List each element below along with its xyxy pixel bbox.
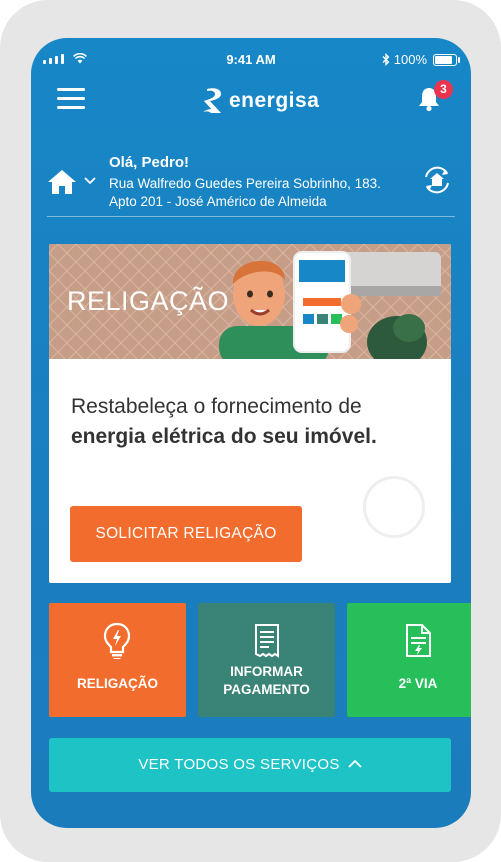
promo-card: RELIGAÇÃO Restabeleça o fornecimento de … xyxy=(49,244,451,583)
switch-property-icon[interactable] xyxy=(421,164,453,196)
address-line1: Rua Walfredo Guedes Pereira Sobrinho, 18… xyxy=(109,176,381,191)
status-bar: 9:41 AM 100% xyxy=(31,38,471,78)
description-regular: Restabeleça o fornecimento de xyxy=(71,395,362,418)
greeting: Olá, Pedro! xyxy=(109,154,190,171)
description-bold: energia elétrica do seu imóvel. xyxy=(71,425,377,448)
notification-badge: 3 xyxy=(434,80,453,99)
tile-label: 2ª VIA xyxy=(398,676,438,691)
promo-description: Restabeleça o fornecimento de energia el… xyxy=(71,392,431,452)
tile-label-line1: INFORMAR xyxy=(230,664,303,679)
banner-title: RELIGAÇÃO xyxy=(67,286,230,316)
receipt-icon xyxy=(255,624,279,658)
status-right: 100% xyxy=(382,52,460,67)
chevron-up-icon xyxy=(348,759,362,768)
address-line2: Apto 201 - José Américo de Almeida xyxy=(109,194,327,209)
tile-label-line2: PAGAMENTO xyxy=(223,682,310,697)
request-reconnection-button[interactable]: SOLICITAR RELIGAÇÃO xyxy=(70,506,302,562)
address-selector[interactable]: Olá, Pedro! Rua Walfredo Guedes Pereira … xyxy=(31,150,471,220)
hamburger-line xyxy=(57,106,85,109)
services-carousel: RELIGAÇÃO INFORMAR PAGAMENTO 2ª VIA xyxy=(49,603,471,717)
home-icon[interactable] xyxy=(47,168,77,196)
notifications-button[interactable]: 3 xyxy=(417,80,453,116)
view-all-label: VER TODOS OS SERVIÇOS xyxy=(138,756,340,773)
tile-label: RELIGAÇÃO xyxy=(77,676,158,691)
hamburger-line xyxy=(57,97,85,100)
battery-icon xyxy=(433,53,460,66)
app-header: energisa 3 xyxy=(31,80,471,122)
energisa-logo: energisa xyxy=(201,84,319,118)
logo-text: energisa xyxy=(229,89,320,112)
app-screen: 9:41 AM 100% energisa 3 Olá, Pedro! Rua … xyxy=(31,38,471,828)
view-all-services-button[interactable]: VER TODOS OS SERVIÇOS xyxy=(49,738,451,792)
loading-indicator xyxy=(363,476,425,538)
bluetooth-icon xyxy=(382,53,390,66)
document-icon xyxy=(406,624,431,657)
logo-mark-icon xyxy=(203,88,221,113)
hamburger-icon xyxy=(57,88,85,91)
service-tile-informar-pagamento[interactable]: INFORMAR PAGAMENTO xyxy=(198,603,335,717)
menu-button[interactable] xyxy=(57,88,85,110)
lightbulb-icon xyxy=(103,622,131,659)
chevron-down-icon[interactable] xyxy=(84,177,96,185)
promo-banner: RELIGAÇÃO xyxy=(49,244,451,359)
divider xyxy=(47,216,455,217)
battery-percent: 100% xyxy=(393,52,427,67)
service-tile-segunda-via[interactable]: 2ª VIA xyxy=(347,603,471,717)
address-text: Rua Walfredo Guedes Pereira Sobrinho, 18… xyxy=(109,175,409,211)
tile-label: INFORMAR PAGAMENTO xyxy=(198,663,335,699)
service-tile-religacao[interactable]: RELIGAÇÃO xyxy=(49,603,186,717)
